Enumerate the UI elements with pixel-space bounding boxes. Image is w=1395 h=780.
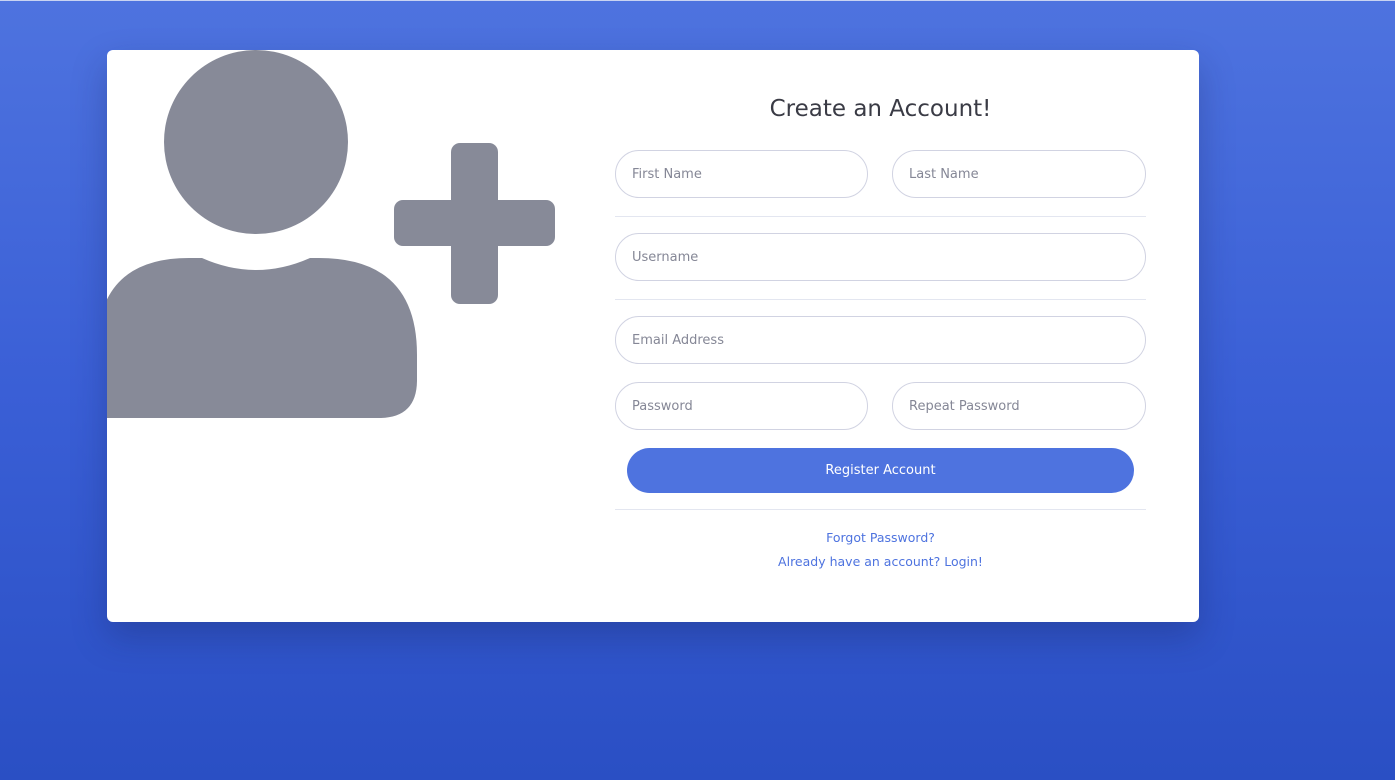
repeat-password-input[interactable]	[892, 382, 1146, 430]
user-plus-icon	[107, 50, 567, 470]
top-border-line	[0, 0, 1395, 1]
register-card: Create an Account! Register Account Forg…	[107, 50, 1199, 622]
last-name-input[interactable]	[892, 150, 1146, 198]
email-input[interactable]	[615, 316, 1146, 364]
divider	[615, 509, 1146, 510]
page-title: Create an Account!	[769, 96, 992, 122]
register-button[interactable]: Register Account	[627, 448, 1134, 493]
divider	[615, 216, 1146, 217]
forgot-password-link[interactable]: Forgot Password?	[615, 530, 1146, 545]
divider	[615, 299, 1146, 300]
username-input[interactable]	[615, 233, 1146, 281]
password-input[interactable]	[615, 382, 868, 430]
login-link[interactable]: Already have an account? Login!	[615, 554, 1146, 569]
first-name-input[interactable]	[615, 150, 868, 198]
